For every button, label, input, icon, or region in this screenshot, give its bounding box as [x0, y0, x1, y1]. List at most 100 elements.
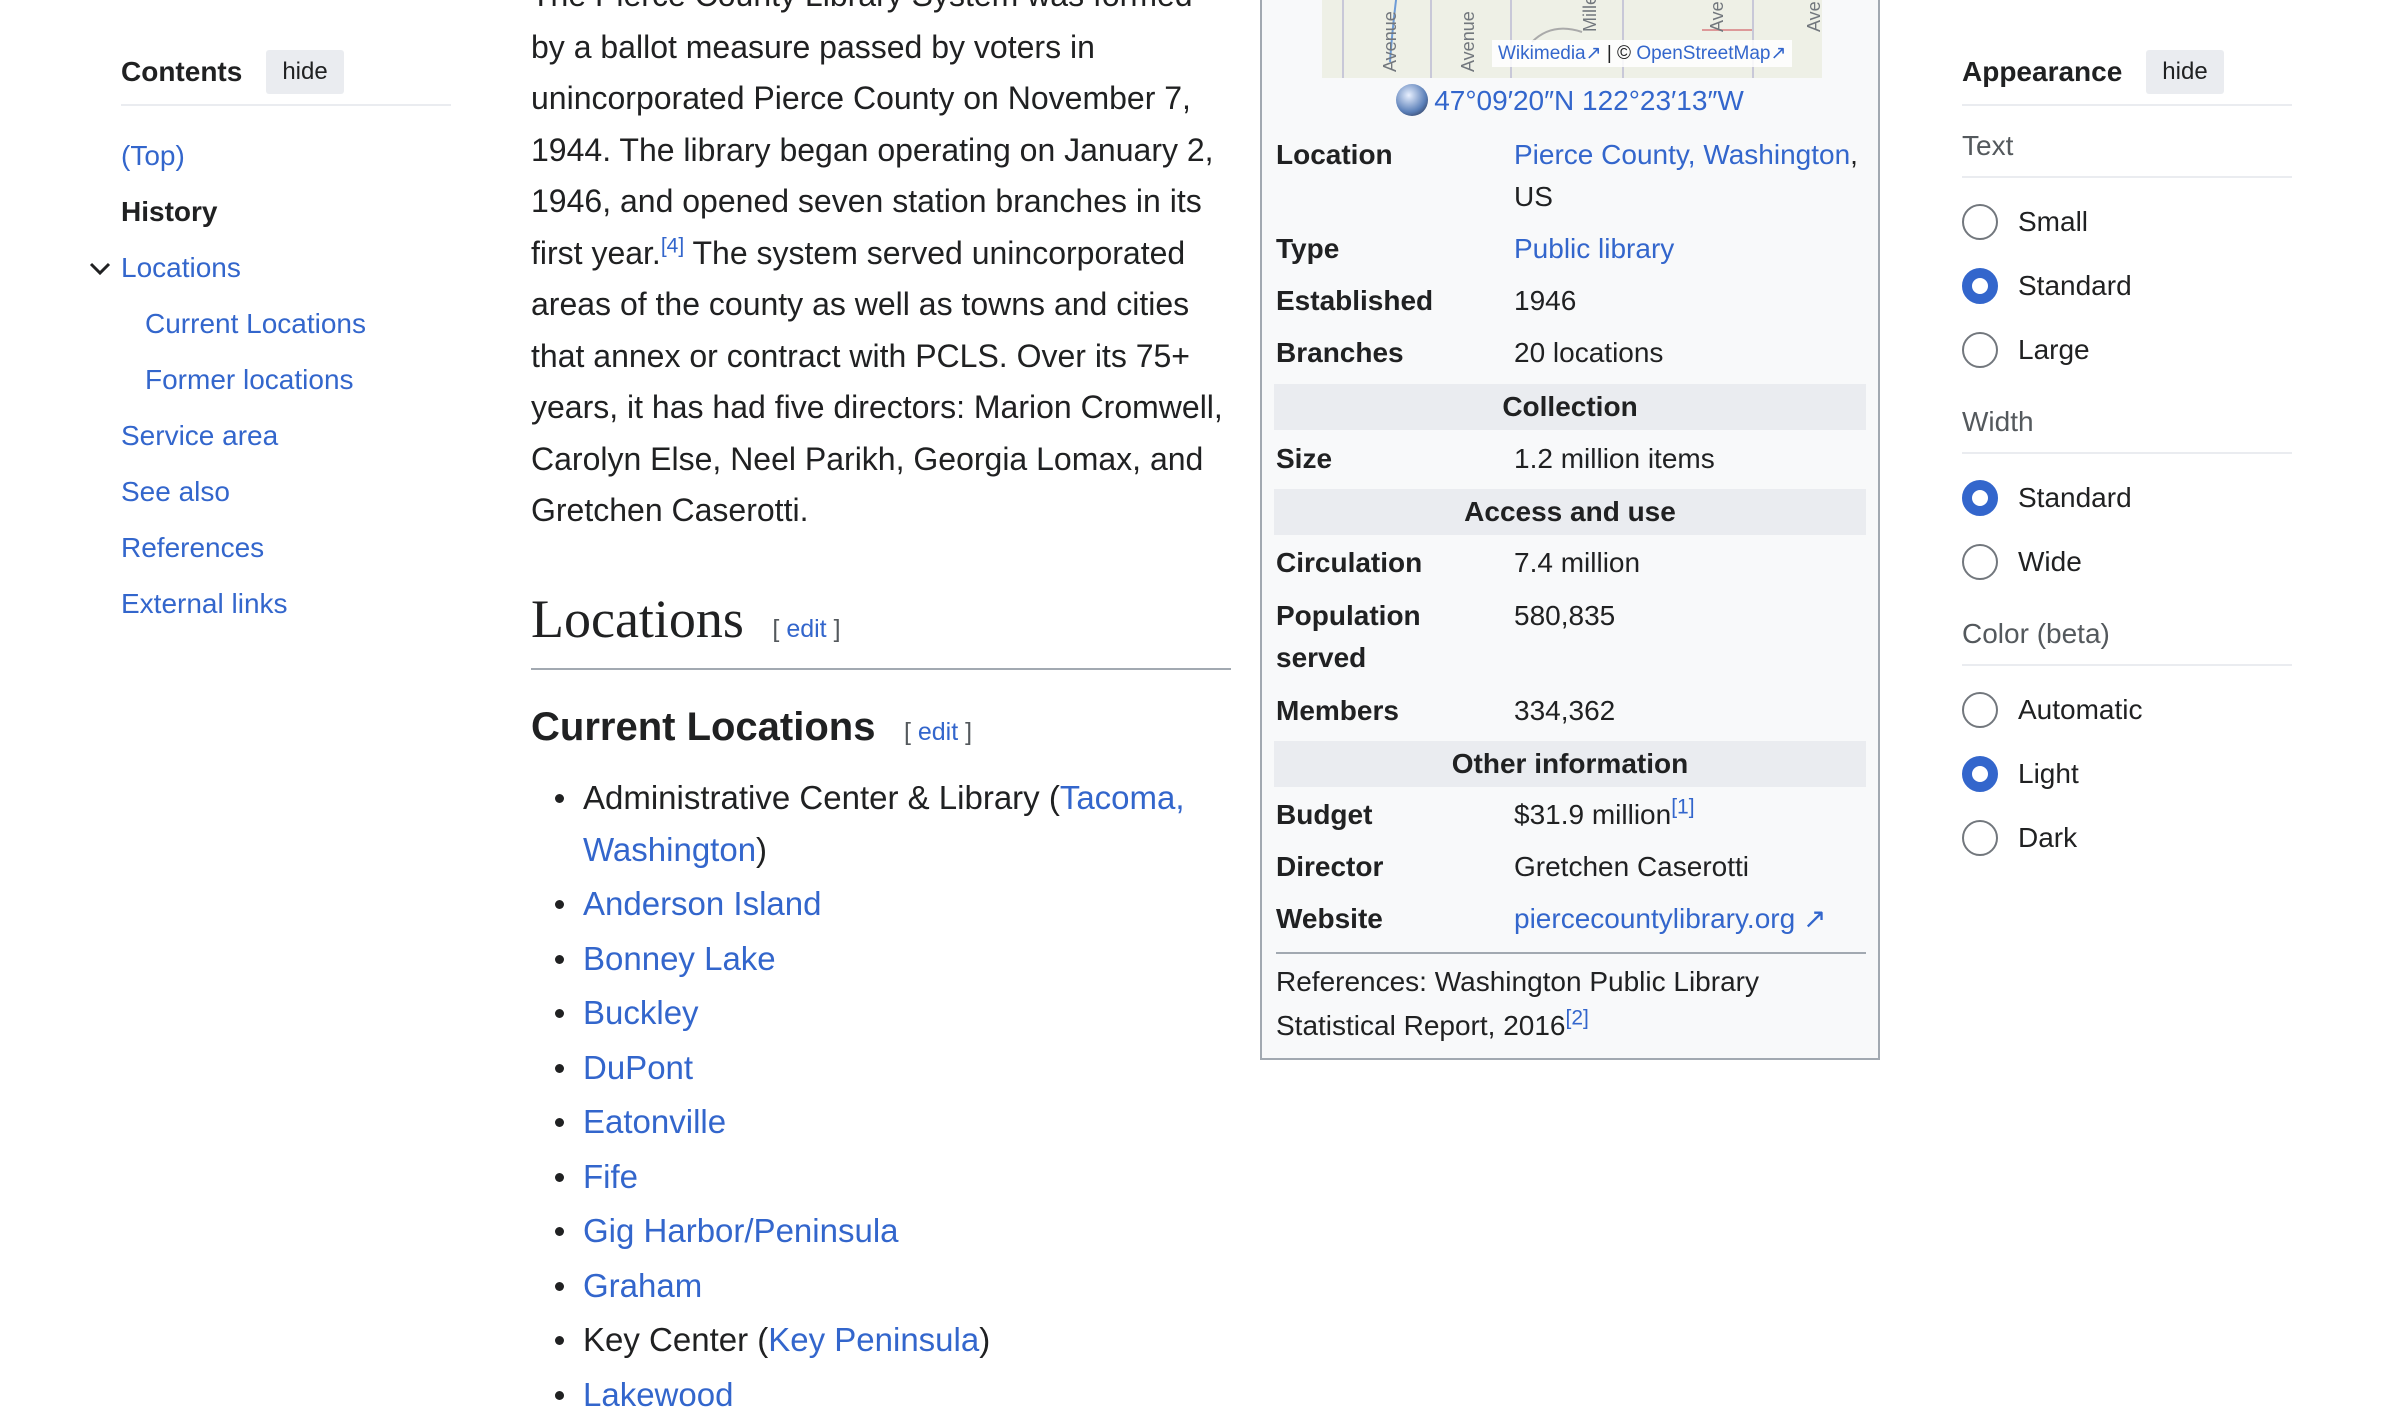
radio-button[interactable] [1962, 332, 1998, 368]
map-street-label: Miller [1580, 0, 1600, 32]
color-option-label: Light [2018, 758, 2079, 789]
edit-link[interactable]: edit [786, 615, 826, 643]
location-link[interactable]: DuPont [583, 1049, 693, 1086]
coordinates: 47°09′20″N 122°23′13″W [1262, 84, 1878, 117]
location-suffix: , [1850, 139, 1858, 170]
toc-item-current-locations[interactable]: Current Locations [121, 296, 451, 352]
infobox-row-location: Location Pierce County, Washington, US [1276, 134, 1866, 218]
radio-button[interactable] [1962, 268, 1998, 304]
map-attribution: Wikimedia↗ | © OpenStreetMap↗ [1492, 40, 1793, 67]
text-size-option[interactable]: Large [1962, 318, 2292, 382]
chevron-down-icon[interactable] [85, 240, 115, 296]
toc-item-see-also[interactable]: See also [121, 464, 451, 520]
location-link[interactable]: Fife [583, 1158, 638, 1195]
infobox-label: Branches [1276, 337, 1404, 368]
toc-item-locations[interactable]: Locations [89, 240, 451, 296]
infobox-label: Size [1276, 443, 1333, 474]
external-link-icon: ↗ [1802, 903, 1827, 934]
infobox-value: 20 locations [1514, 337, 1664, 368]
radio-button[interactable] [1962, 820, 1998, 856]
width-option-label: Wide [2018, 546, 2082, 577]
external-link-icon: ↗ [1770, 43, 1787, 64]
history-text-line0: The Pierce County Library System was for… [531, 0, 1193, 13]
infobox-references-text: References: Washington Public Library St… [1276, 966, 1759, 1041]
infobox-header-access: Access and use [1274, 489, 1866, 535]
location-text-after: ) [979, 1321, 991, 1358]
list-item: Buckley [531, 987, 1231, 1039]
color-option-label: Dark [2018, 822, 2078, 853]
location-link[interactable]: Bonney Lake [583, 940, 776, 977]
citation-link[interactable]: [2] [1566, 1007, 1589, 1030]
text-size-option[interactable]: Standard [1962, 254, 2292, 318]
location-link[interactable]: Lakewood [583, 1376, 733, 1413]
infobox-value: piercecountylibrary.org ↗ [1514, 898, 1874, 940]
openstreetmap-link[interactable]: OpenStreetMap [1636, 43, 1770, 64]
pierce-county-link[interactable]: Pierce County, Washington [1514, 139, 1850, 170]
location-text-before: Administrative Center & Library ( [583, 779, 1060, 816]
map-street-label: Avenue [1707, 0, 1727, 32]
list-item: Fife [531, 1151, 1231, 1203]
toc-hide-button[interactable]: hide [266, 50, 344, 94]
toc-item-references[interactable]: References [121, 520, 451, 576]
citation-link[interactable]: [1] [1671, 796, 1694, 819]
location-link[interactable]: Anderson Island [583, 885, 822, 922]
radio-button[interactable] [1962, 756, 1998, 792]
color-option[interactable]: Dark [1962, 806, 2292, 870]
location-link[interactable]: Graham [583, 1267, 702, 1304]
text-size-option-label: Large [2018, 334, 2090, 365]
text-size-option[interactable]: Small [1962, 190, 2292, 254]
history-text-part2: The system served unincorporated areas o… [531, 234, 1223, 529]
color-option[interactable]: Light [1962, 742, 2292, 806]
toc-item-top[interactable]: (Top) [121, 128, 451, 184]
width-option[interactable]: Wide [1962, 530, 2292, 594]
text-size-option-label: Standard [2018, 270, 2132, 301]
toc-header: Contents hide [121, 48, 451, 106]
toc-list: (Top) History Locations Current Location… [89, 128, 451, 632]
radio-button[interactable] [1962, 204, 1998, 240]
width-group-label: Width [1962, 406, 2292, 454]
location-text-before: Key Center ( [583, 1321, 769, 1358]
location-link[interactable]: Gig Harbor/Peninsula [583, 1212, 899, 1249]
radio-button[interactable] [1962, 692, 1998, 728]
width-options: Standard Wide [1962, 466, 2292, 594]
toc-item-external-links[interactable]: External links [121, 576, 451, 632]
infobox-value: Pierce County, Washington, US [1514, 134, 1874, 218]
radio-button[interactable] [1962, 544, 1998, 580]
wikimedia-link[interactable]: Wikimedia [1498, 43, 1586, 64]
public-library-link[interactable]: Public library [1514, 233, 1674, 264]
location-country: US [1514, 181, 1553, 212]
infobox-value: Public library [1514, 228, 1874, 270]
infobox-value: 334,362 [1514, 695, 1616, 726]
toc-item-former-locations[interactable]: Former locations [121, 352, 451, 408]
location-link[interactable]: Buckley [583, 994, 699, 1031]
toc-item-service-area[interactable]: Service area [121, 408, 451, 464]
map-attribution-separator: | © [1601, 43, 1637, 64]
citation-link[interactable]: [4] [661, 234, 684, 257]
list-item: Administrative Center & Library (Tacoma,… [531, 772, 1231, 875]
population-label-line2: served [1276, 642, 1367, 673]
infobox-value: 1.2 million items [1514, 443, 1715, 474]
toc-item-history[interactable]: History [121, 184, 451, 240]
locations-heading-text: Locations [531, 589, 744, 649]
coordinates-link[interactable]: 47°09′20″N 122°23′13″W [1434, 85, 1744, 116]
locations-list: Administrative Center & Library (Tacoma,… [531, 772, 1231, 1423]
list-item: DuPont [531, 1042, 1231, 1094]
budget-value: $31.9 million [1514, 799, 1672, 830]
edit-section-current-locations: [ edit ] [904, 718, 972, 746]
globe-icon[interactable] [1396, 84, 1429, 116]
location-map[interactable]: Avenue Avenue Miller Avenue Avenue Wikim… [1322, 0, 1822, 78]
infobox-header-collection: Collection [1274, 384, 1866, 430]
edit-bracket-close: ] [965, 718, 973, 746]
location-link[interactable]: Key Peninsula [768, 1321, 979, 1358]
appearance-title: Appearance [1962, 56, 2123, 87]
width-option[interactable]: Standard [1962, 466, 2292, 530]
edit-link[interactable]: edit [918, 718, 958, 746]
infobox-references: References: Washington Public Library St… [1276, 952, 1866, 1048]
website-link[interactable]: piercecountylibrary.org [1514, 903, 1795, 934]
appearance-hide-button[interactable]: hide [2146, 50, 2224, 94]
current-locations-heading: Current Locations [ edit ] [531, 705, 972, 750]
color-option[interactable]: Automatic [1962, 678, 2292, 742]
location-link[interactable]: Eatonville [583, 1103, 726, 1140]
radio-button[interactable] [1962, 480, 1998, 516]
infobox-label: Circulation [1276, 547, 1423, 578]
